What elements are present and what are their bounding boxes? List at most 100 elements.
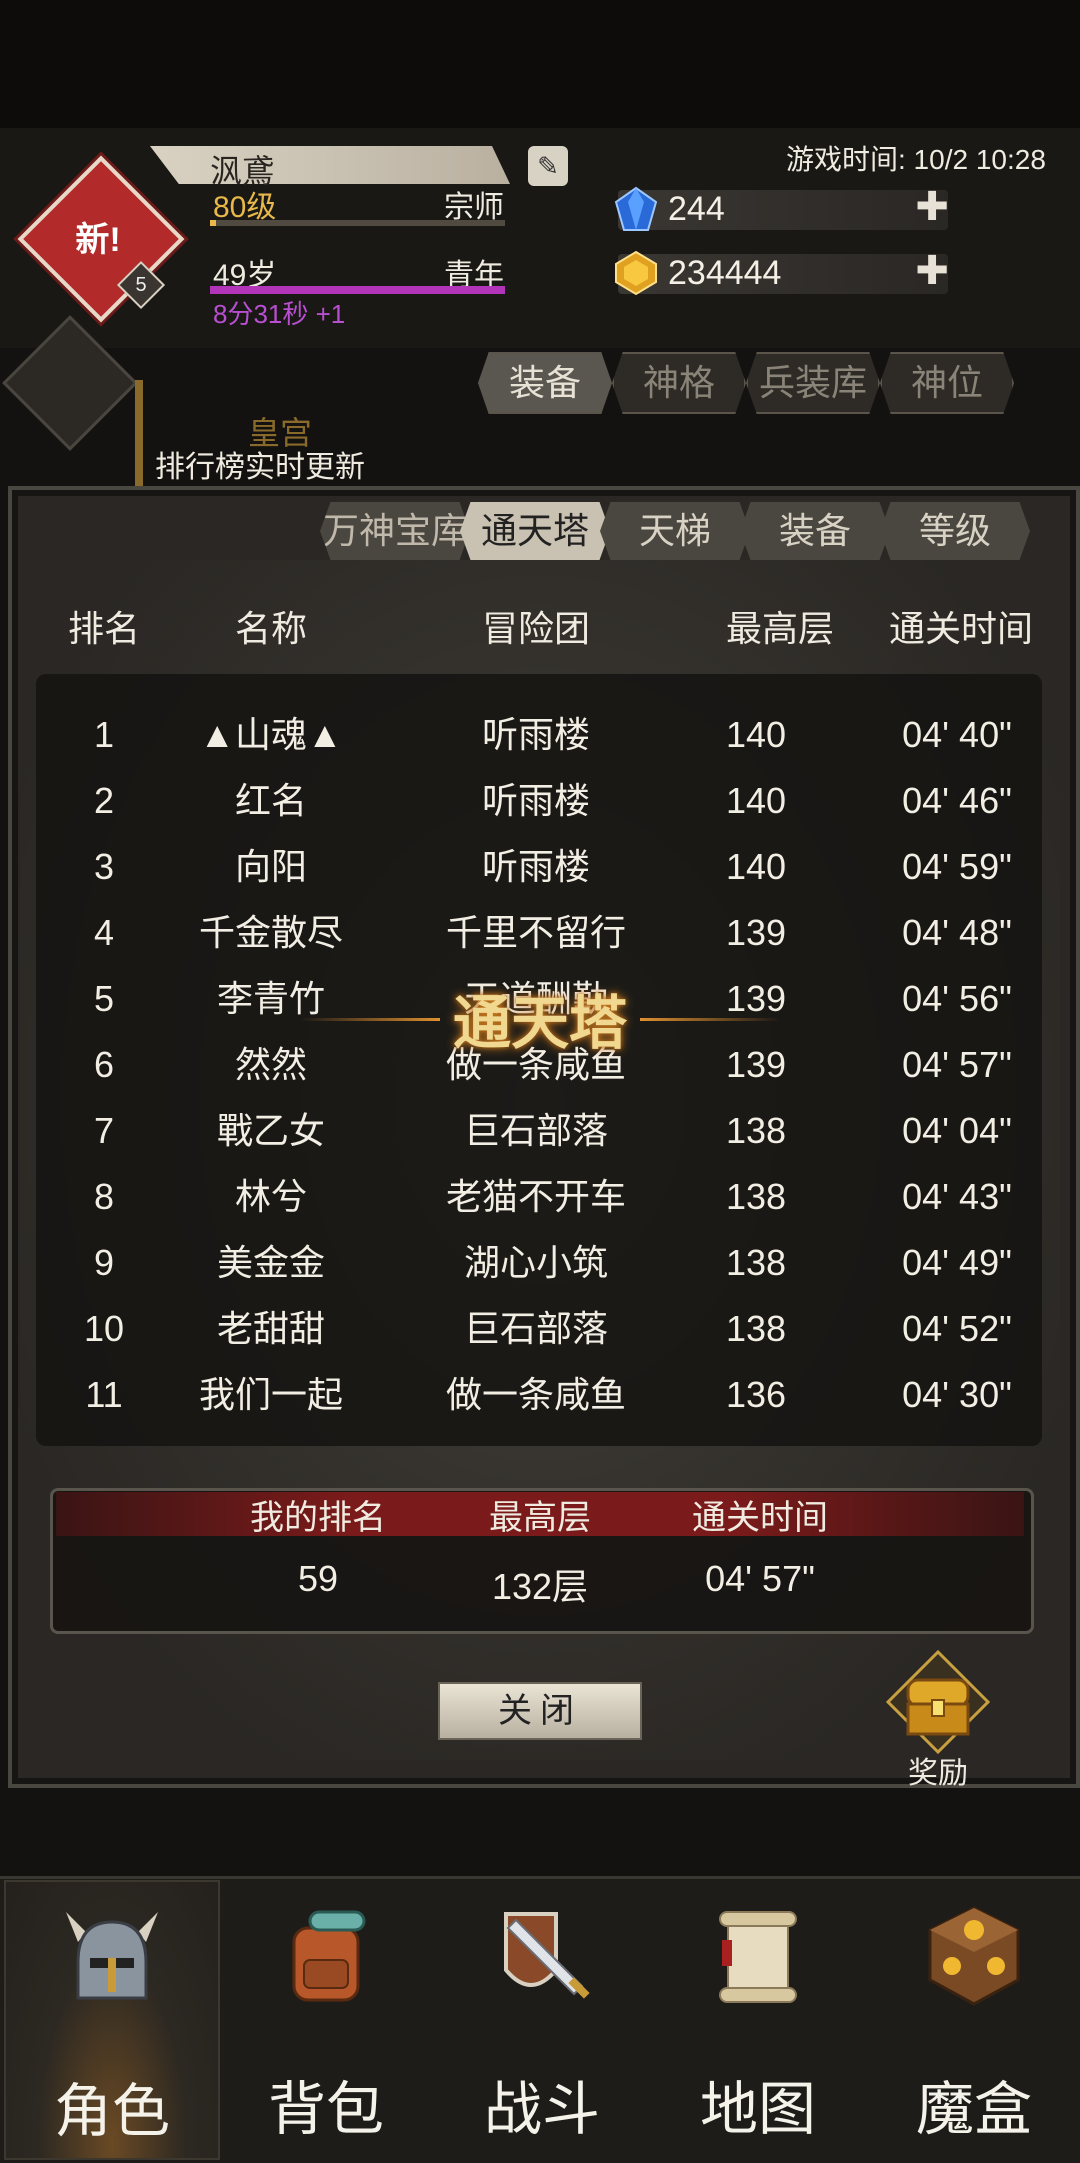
table-row[interactable]: 4 千金散尽 千里不留行 139 04' 48" bbox=[36, 900, 1042, 966]
row-clear-time: 04' 52" bbox=[902, 1308, 1012, 1349]
row-player-name: 美金金 bbox=[216, 1242, 325, 1283]
column-rank: 排名 bbox=[67, 608, 140, 649]
nav-label-battle: 战斗 bbox=[483, 2077, 600, 2142]
add-gems-button[interactable]: ✚ bbox=[912, 184, 952, 230]
watermark-line-left bbox=[300, 1018, 440, 1021]
row-guild: 老猫不开车 bbox=[445, 1176, 626, 1217]
age-bar bbox=[210, 286, 505, 294]
row-clear-time: 04' 40" bbox=[902, 714, 1012, 755]
nav-battle[interactable]: 战斗 bbox=[436, 1880, 648, 2156]
row-rank: 8 bbox=[93, 1176, 115, 1217]
avatar-new-badge: 新! bbox=[75, 221, 121, 259]
tab-level[interactable]: 等级 bbox=[880, 502, 1030, 560]
reward-label: 奖励 bbox=[908, 1757, 968, 1790]
nav-magic-box[interactable]: 魔盒 bbox=[868, 1880, 1080, 2156]
column-guild: 冒险团 bbox=[481, 608, 590, 649]
row-rank: 4 bbox=[93, 912, 115, 953]
row-top-floor: 136 bbox=[725, 1374, 787, 1415]
nav-backpack[interactable]: 背包 bbox=[220, 1880, 432, 2156]
row-rank: 6 bbox=[93, 1044, 115, 1085]
row-clear-time: 04' 48" bbox=[902, 912, 1012, 953]
row-player-name: 千金散尽 bbox=[198, 912, 343, 953]
watermark-line-right bbox=[640, 1018, 780, 1021]
tab-pantheon-vault[interactable]: 万神宝库 bbox=[320, 502, 470, 560]
nav-label-character: 角色 bbox=[53, 2079, 170, 2144]
row-clear-time: 04' 57" bbox=[902, 1044, 1012, 1085]
table-row[interactable]: 1 ▲山魂▲ 听雨楼 140 04' 40" bbox=[36, 702, 1042, 768]
tower-title-watermark: 通天塔 bbox=[452, 991, 627, 1056]
tab-equipment[interactable]: 装备 bbox=[478, 352, 612, 414]
row-top-floor: 139 bbox=[725, 912, 787, 953]
row-clear-time: 04' 30" bbox=[902, 1374, 1012, 1415]
exp-bar bbox=[210, 220, 505, 226]
row-guild: 听雨楼 bbox=[481, 780, 590, 821]
add-gold-button[interactable]: ✚ bbox=[912, 248, 952, 294]
row-clear-time: 04' 04" bbox=[902, 1110, 1012, 1151]
gold-count: 234444 bbox=[668, 254, 782, 292]
row-guild: 巨石部落 bbox=[463, 1110, 608, 1151]
table-row[interactable]: 10 老甜甜 巨石部落 138 04' 52" bbox=[36, 1296, 1042, 1362]
backpack-icon bbox=[292, 1910, 366, 2002]
blue-gem-icon bbox=[614, 186, 658, 231]
exp-bar-fill bbox=[210, 220, 216, 226]
tab-god-seat[interactable]: 神位 bbox=[880, 352, 1014, 414]
my-floor-label: 最高层 bbox=[489, 1499, 591, 1537]
edit-name-button[interactable]: ✎ bbox=[528, 146, 568, 186]
row-top-floor: 140 bbox=[725, 714, 787, 755]
table-row[interactable]: 9 美金金 湖心小筑 138 04' 49" bbox=[36, 1230, 1042, 1296]
row-top-floor: 139 bbox=[725, 1044, 787, 1085]
table-row[interactable]: 2 红名 听雨楼 140 04' 46" bbox=[36, 768, 1042, 834]
nav-label-map: 地图 bbox=[699, 2077, 816, 2142]
tab-gear[interactable]: 装备 bbox=[740, 502, 890, 560]
row-clear-time: 04' 49" bbox=[902, 1242, 1012, 1283]
table-row[interactable]: 3 向阳 听雨楼 140 04' 59" bbox=[36, 834, 1042, 900]
row-guild: 湖心小筑 bbox=[463, 1242, 608, 1283]
row-player-name: 老甜甜 bbox=[216, 1308, 325, 1349]
row-rank: 5 bbox=[93, 978, 115, 1019]
row-player-name: 向阳 bbox=[234, 846, 307, 887]
row-rank: 7 bbox=[93, 1110, 115, 1151]
table-row[interactable]: 8 林兮 老猫不开车 138 04' 43" bbox=[36, 1164, 1042, 1230]
edit-icon: ✎ bbox=[537, 151, 559, 181]
helmet-icon bbox=[66, 1912, 158, 2000]
gold-gem-icon bbox=[615, 250, 657, 296]
row-rank: 10 bbox=[83, 1308, 125, 1349]
row-player-name: 红名 bbox=[234, 780, 307, 821]
row-player-name: 李青竹 bbox=[216, 978, 325, 1019]
row-guild: 做一条咸鱼 bbox=[445, 1374, 626, 1415]
row-top-floor: 138 bbox=[725, 1242, 787, 1283]
game-time: 游戏时间: 10/2 10:28 bbox=[786, 144, 1046, 175]
row-rank: 9 bbox=[93, 1242, 115, 1283]
decorative-pillar bbox=[135, 380, 143, 490]
my-time-label: 通关时间 bbox=[692, 1499, 828, 1537]
row-player-name: ▲山魂▲ bbox=[199, 714, 343, 755]
tab-divinity[interactable]: 神格 bbox=[612, 352, 746, 414]
row-top-floor: 138 bbox=[725, 1176, 787, 1217]
column-top-floor: 最高层 bbox=[725, 608, 834, 649]
row-clear-time: 04' 59" bbox=[902, 846, 1012, 887]
row-top-floor: 138 bbox=[725, 1110, 787, 1151]
equipment-tabs: 装备 神格 兵装库 神位 bbox=[478, 352, 1038, 414]
tab-sky-tower[interactable]: 通天塔 bbox=[460, 502, 610, 560]
table-row[interactable]: 11 我们一起 做一条咸鱼 136 04' 30" bbox=[36, 1362, 1042, 1428]
nav-map[interactable]: 地图 bbox=[652, 1880, 864, 2156]
nav-character[interactable]: 角色 bbox=[4, 1880, 220, 2160]
table-row[interactable]: 7 戰乙女 巨石部落 138 04' 04" bbox=[36, 1098, 1042, 1164]
nav-label-backpack: 背包 bbox=[267, 2077, 384, 2142]
row-clear-time: 04' 43" bbox=[902, 1176, 1012, 1217]
scroll-map-icon bbox=[719, 1911, 797, 2003]
tab-armory[interactable]: 兵装库 bbox=[746, 352, 880, 414]
row-clear-time: 04' 46" bbox=[902, 780, 1012, 821]
my-floor-value: 132层 bbox=[491, 1566, 589, 1607]
close-button[interactable]: 关闭 bbox=[438, 1682, 642, 1740]
row-player-name: 我们一起 bbox=[198, 1374, 343, 1415]
tab-ladder[interactable]: 天梯 bbox=[600, 502, 750, 560]
row-top-floor: 139 bbox=[725, 978, 787, 1019]
row-guild: 千里不留行 bbox=[445, 912, 626, 953]
row-guild: 巨石部落 bbox=[463, 1308, 608, 1349]
age-timer: 8分31秒 +1 bbox=[213, 299, 346, 329]
magic-box-icon bbox=[928, 1906, 1020, 2006]
row-rank: 11 bbox=[85, 1374, 123, 1415]
my-rank-label: 我的排名 bbox=[250, 1499, 386, 1537]
treasure-chest-icon[interactable] bbox=[886, 1650, 990, 1754]
